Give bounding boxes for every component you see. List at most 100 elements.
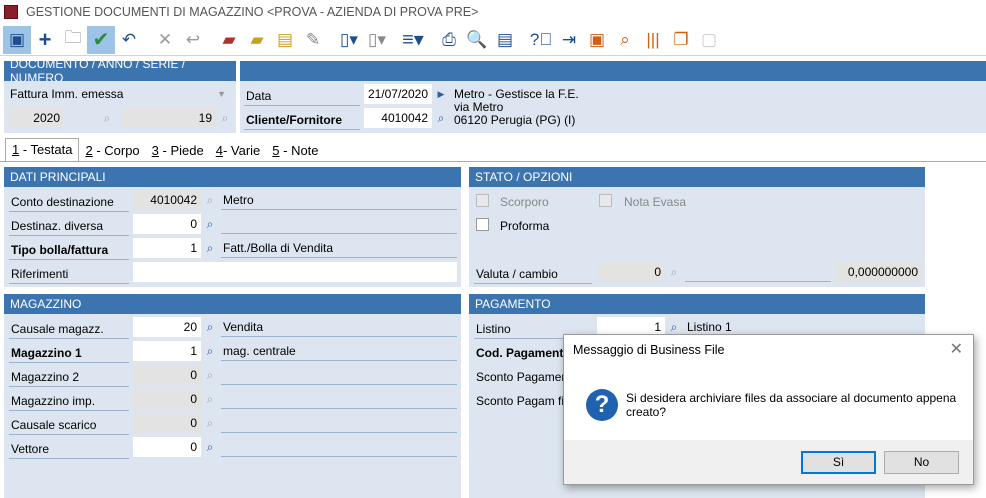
causale-field[interactable]: 20 [133,317,201,337]
search-icon[interactable]: ⌕ [203,214,217,234]
tab-corpo[interactable]: 2 - Corpo [79,140,145,162]
scorporo-checkbox[interactable] [476,194,489,207]
magnifier-icon[interactable]: ⌕ [100,108,114,128]
vettore-label: Vettore [11,442,50,456]
divider [244,105,360,106]
add-icon[interactable]: + [31,26,59,54]
date-label: Data [246,89,272,103]
print-icon[interactable]: ⎙ [435,26,463,54]
mag1-field[interactable]: 1 [133,341,201,361]
year-field[interactable]: 2020 [10,108,64,128]
tab-piede[interactable]: 3 - Piede [146,140,210,162]
ruler-icon[interactable]: ✎ [299,26,327,54]
confirm-check-icon[interactable]: ✔ [87,25,115,54]
no-button[interactable]: No [884,451,959,474]
help-icon[interactable]: ?⃝ [527,26,555,54]
divider [9,259,129,260]
divider [221,456,457,457]
destinaz-field[interactable]: 0 [133,214,201,234]
date-arrow-icon[interactable]: ▶ [434,84,448,104]
magimp-field[interactable]: 0 [133,389,201,409]
tab-label: - Corpo [92,143,140,158]
yes-button[interactable]: Sì [801,451,876,474]
conto-label: Conto destinazione [11,195,114,209]
tab-note[interactable]: 5 - Note [266,140,324,162]
doc-type-value: Fattura Imm. emessa [10,87,124,101]
new-document-icon[interactable]: ▯▾ [335,26,363,54]
pdf-icon[interactable]: ▤ [491,26,519,54]
riferimenti-field[interactable] [133,262,457,282]
doc-header-right [240,81,986,133]
delete-icon[interactable]: ✕ [151,26,179,54]
copies-icon[interactable]: ❐ [667,26,695,54]
magnifier-icon[interactable]: ⌕ [203,413,217,433]
magnifier-icon[interactable]: ⌕ [218,108,232,128]
menu-icon[interactable]: ≡▾ [399,26,427,54]
search-icon[interactable]: ⌕ [203,341,217,361]
tab-testata[interactable]: 1 - Testata [5,138,80,162]
magnifier-icon[interactable]: ⌕ [203,365,217,385]
mag2-field[interactable]: 0 [133,365,201,385]
question-icon: ? [586,389,618,421]
doc-type-select[interactable]: Fattura Imm. emessa ▼ [10,84,230,104]
cambio-field[interactable]: 0,000000000 [836,262,922,282]
divider [221,408,457,409]
divider [685,281,831,282]
divider [221,209,457,210]
divider [9,386,129,387]
search-icon[interactable]: ⌕ [203,437,217,457]
magnifier-icon[interactable]: ⌕ [203,389,217,409]
tab-key: 3 [151,143,159,158]
search-icon[interactable]: ⌕ [434,108,448,128]
divider [9,458,129,459]
tab-label: - Note [279,143,319,158]
cod-pagamento-label: Cod. Pagamento [476,346,571,360]
barcode-icon[interactable]: ||| [639,26,667,54]
pagamento-title: PAGAMENTO [469,294,925,314]
tab-label: - Testata [19,142,73,157]
panel-icon[interactable]: ▣ [3,25,31,54]
open-folder-icon[interactable]: 🗀 [59,26,87,54]
tab-label: - Varie [222,143,261,158]
divider [221,432,457,433]
close-icon[interactable]: ✕ [950,339,963,359]
date-field[interactable]: 21/07/2020 [364,84,432,104]
doc-header-title: DOCUMENTO / ANNO / SERIE / NUMERO [4,57,236,85]
destinaz-label: Destinaz. diversa [11,219,104,233]
tab-varie[interactable]: 4- Varie [210,140,267,162]
conto-field[interactable]: 4010042 [133,190,201,210]
archive-icon[interactable]: ▣ [583,26,611,54]
tipo-label: Tipo bolla/fattura [11,243,109,257]
mag2-label: Magazzino 2 [11,370,80,384]
folder-yellow-icon[interactable]: ▰ [243,26,271,54]
tipo-field[interactable]: 1 [133,238,201,258]
exit-icon[interactable]: ⇥ [555,26,583,54]
causale-scarico-field[interactable]: 0 [133,413,201,433]
divider [9,338,129,339]
blank-document-icon[interactable]: ▯▾ [363,26,391,54]
undo-icon[interactable]: ↶ [115,26,143,54]
dialog-title: Messaggio di Business File [573,343,725,357]
customer-info: Metro - Gestisce la F.E. via Metro 06120… [454,88,579,127]
valuta-field[interactable]: 0 [597,262,665,282]
magnifier-icon[interactable]: ⌕ [667,262,681,282]
divider [244,129,360,130]
search-icon[interactable]: ⌕ [203,317,217,337]
magazzino-title: MAGAZZINO [4,294,461,314]
mag1-label: Magazzino 1 [11,346,82,360]
proforma-checkbox[interactable] [476,218,489,231]
magnifier-icon[interactable]: ⌕ [203,190,217,210]
divider [474,283,592,284]
search-icon[interactable]: ⌕ [203,238,217,258]
nota-evasa-checkbox[interactable] [599,194,612,207]
revert-icon[interactable]: ↩ [179,26,207,54]
number-field[interactable]: 19 [122,108,216,128]
document-yellow-icon[interactable]: ▤ [271,26,299,54]
search-archive-icon[interactable]: ⌕ [611,26,639,54]
folder-red-icon[interactable]: ▰ [215,26,243,54]
divider [221,336,457,337]
customer-code-field[interactable]: 4010042 [364,108,432,128]
divider [221,233,457,234]
print-preview-icon[interactable]: 🔍 [463,26,491,54]
vettore-field[interactable]: 0 [133,437,201,457]
